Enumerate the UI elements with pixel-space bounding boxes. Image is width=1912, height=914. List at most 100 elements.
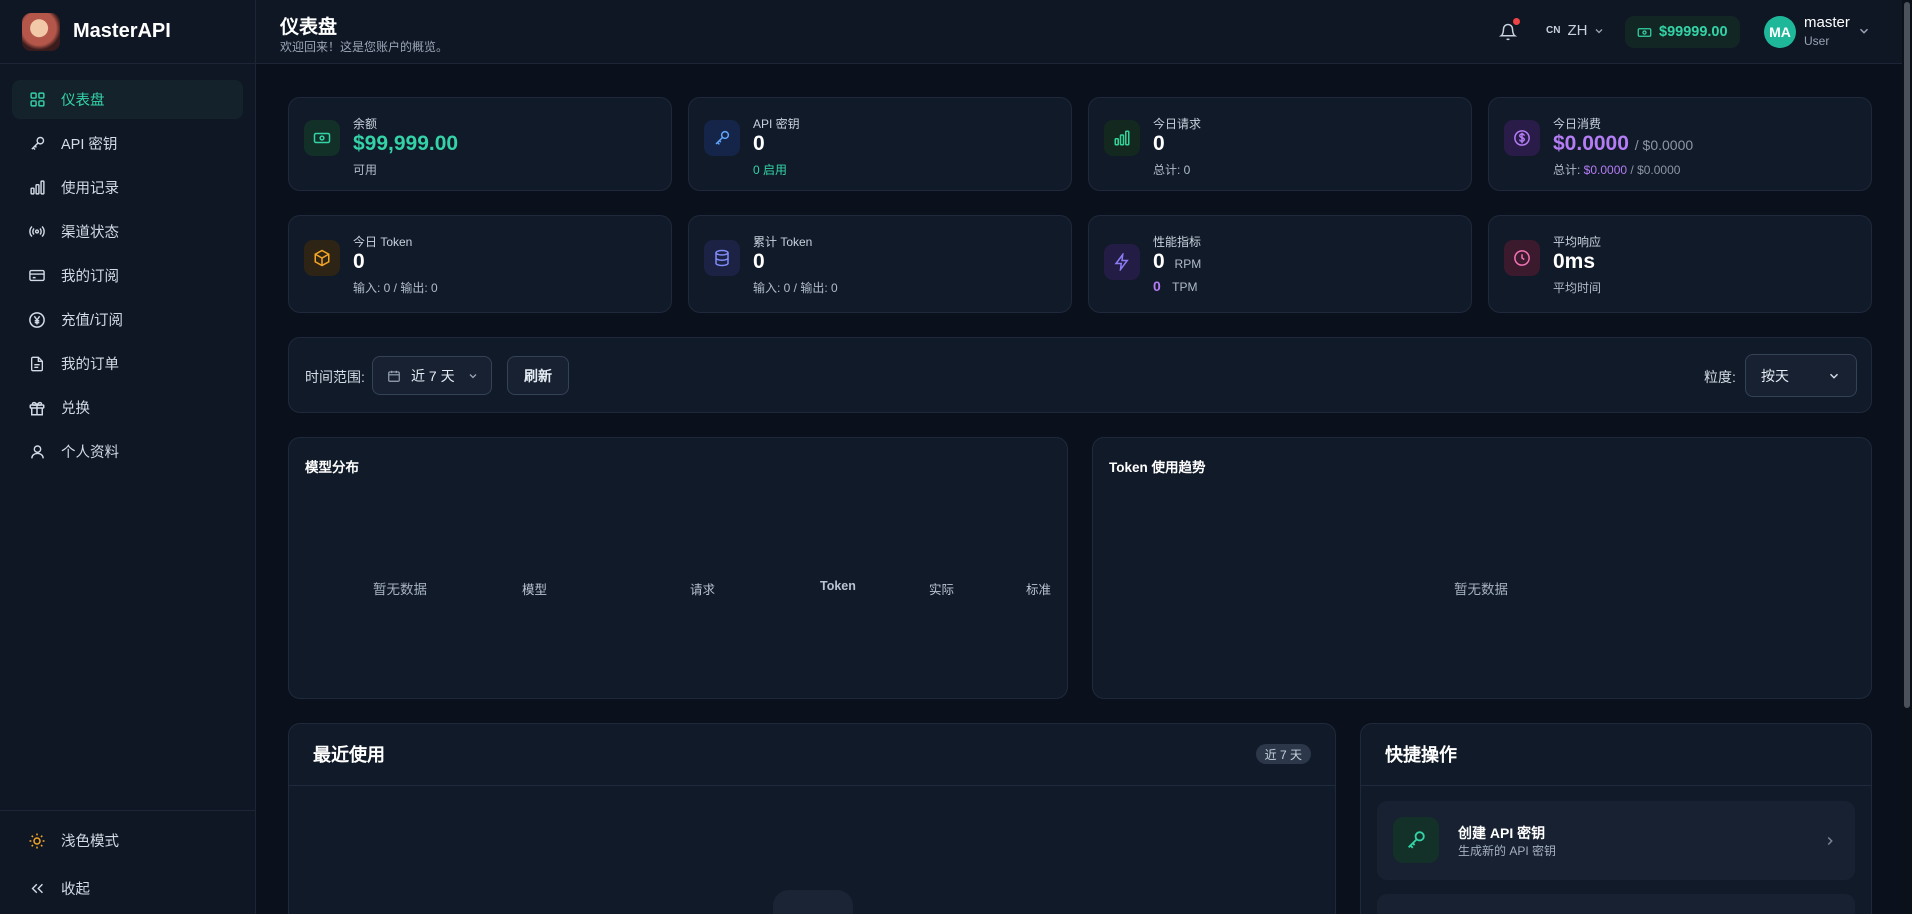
brand[interactable]: MasterAPI — [0, 0, 255, 64]
topbar: 仪表盘 欢迎回来！这是您账户的概览。 CN ZH $99999.00 MA ma… — [256, 0, 1912, 64]
stat-sub: 可用 — [353, 163, 378, 177]
rpm-unit: RPM — [1174, 257, 1202, 271]
chevron-down-icon — [1596, 28, 1603, 33]
stat-value: 0 — [753, 250, 765, 273]
refresh-label: 刷新 — [524, 367, 552, 384]
user-name[interactable]: master — [1804, 14, 1850, 31]
lightning-icon — [1104, 244, 1140, 280]
empty-state: 暂无数据 — [373, 582, 427, 597]
stat-label: API 密钥 — [753, 117, 800, 131]
range-badge: 近 7 天 — [1255, 744, 1311, 764]
stat-label: 性能指标 — [1153, 235, 1202, 249]
time-range-select[interactable]: 近 7 天 — [372, 356, 492, 395]
key-icon — [1393, 817, 1439, 863]
yen-icon — [28, 311, 46, 329]
granularity-value: 按天 — [1761, 367, 1789, 384]
table-header-requests: 请求 — [690, 583, 716, 597]
sidebar-item-channel-status[interactable]: 渠道状态 — [12, 212, 243, 251]
stat-label: 累计 Token — [753, 235, 813, 249]
notification-button[interactable] — [1496, 18, 1520, 44]
sidebar-item-profile[interactable]: 个人资料 — [12, 432, 243, 471]
theme-toggle[interactable]: 浅色模式 — [12, 821, 243, 860]
empty-state-icon — [773, 890, 853, 914]
chevron-down-icon — [1829, 373, 1839, 379]
sidebar-footer: 浅色模式 收起 — [0, 810, 255, 914]
sidebar-item-dashboard[interactable]: 仪表盘 — [12, 80, 243, 119]
sidebar-item-orders[interactable]: 我的订单 — [12, 344, 243, 383]
table-header-model: 模型 — [522, 583, 548, 597]
page-subtitle: 欢迎回来！这是您账户的概览。 — [280, 40, 449, 54]
stat-label: 余额 — [353, 117, 378, 131]
table-header-actual: 实际 — [929, 583, 955, 597]
sidebar-item-redeem[interactable]: 兑换 — [12, 388, 243, 427]
sidebar-item-subscription[interactable]: 我的订阅 — [12, 256, 243, 295]
stat-sub: 输入: 0 / 输出: 0 — [753, 281, 838, 295]
brand-logo — [22, 12, 60, 51]
panel-title: 快捷操作 — [1385, 745, 1457, 765]
double-chevron-left-icon — [28, 880, 46, 898]
stat-value-row: $0.0000 / $0.0000 — [1553, 132, 1693, 156]
sidebar-item-label: 使用记录 — [61, 181, 119, 197]
chevron-down-icon[interactable] — [1857, 24, 1871, 38]
scrollbar-thumb[interactable] — [1904, 2, 1910, 708]
token-trend-card: Token 使用趋势 暂无数据 — [1092, 437, 1872, 699]
quick-actions-panel: 快捷操作 创建 API 密钥 生成新的 API 密钥 — [1360, 723, 1872, 914]
stat-sub: 输入: 0 / 输出: 0 — [353, 281, 438, 295]
performance-card: 性能指标 0 RPM 0 TPM — [1088, 215, 1472, 313]
avatar[interactable]: MA — [1764, 16, 1796, 48]
stat-value: $99,999.00 — [353, 132, 459, 155]
quick-action-create-key[interactable]: 创建 API 密钥 生成新的 API 密钥 — [1377, 801, 1855, 880]
refresh-button[interactable]: 刷新 — [507, 356, 569, 395]
time-range-value: 近 7 天 — [411, 367, 455, 384]
stat-value-suffix: / $0.0000 — [1634, 137, 1694, 153]
page-title: 仪表盘 — [280, 17, 338, 38]
language-selector[interactable]: CN ZH — [1546, 22, 1605, 39]
tpm-row: 0 TPM — [1153, 278, 1197, 294]
empty-state: 暂无数据 — [1454, 582, 1508, 597]
rpm-value: 0 — [1153, 250, 1165, 273]
chart-title: Token 使用趋势 — [1109, 460, 1206, 475]
money-icon — [1637, 27, 1652, 37]
sidebar-item-label: 仪表盘 — [61, 93, 105, 109]
page-scrollbar[interactable] — [1902, 0, 1912, 914]
total-token-card: 累计 Token 0 输入: 0 / 输出: 0 — [688, 215, 1072, 313]
card-icon — [28, 267, 46, 285]
today-token-card: 今日 Token 0 输入: 0 / 输出: 0 — [288, 215, 672, 313]
stat-label: 今日消费 — [1553, 117, 1602, 131]
chart-title: 模型分布 — [305, 460, 359, 475]
today-cost-card: 今日消费 $0.0000 / $0.0000 总计: $0.0000 / $0.… — [1488, 97, 1872, 191]
stat-sub: 总计: 0 — [1153, 163, 1191, 177]
chevron-down-icon — [469, 373, 477, 378]
dollar-icon — [1504, 120, 1540, 156]
user-role: User — [1804, 34, 1830, 48]
sun-icon — [28, 832, 46, 850]
collapse-sidebar-button[interactable]: 收起 — [12, 869, 243, 908]
quick-action-item[interactable] — [1377, 894, 1855, 914]
stat-value: 0 — [1153, 132, 1165, 155]
balance-pill[interactable]: $99999.00 — [1625, 16, 1740, 48]
stat-label: 今日请求 — [1153, 117, 1202, 131]
stat-label: 今日 Token — [353, 235, 413, 249]
sidebar-item-api-keys[interactable]: API 密钥 — [12, 124, 243, 163]
granularity-select[interactable]: 按天 — [1745, 354, 1857, 397]
tpm-unit: TPM — [1172, 280, 1198, 294]
sidebar-item-label: 个人资料 — [61, 445, 119, 461]
collapse-label: 收起 — [61, 882, 90, 898]
recent-usage-panel: 最近使用 近 7 天 — [288, 723, 1336, 914]
sidebar-item-usage[interactable]: 使用记录 — [12, 168, 243, 207]
panel-divider — [289, 785, 1335, 786]
key-icon — [704, 120, 740, 156]
balance-amount: $99999.00 — [1659, 24, 1728, 40]
stat-sub-prefix: 总计: — [1553, 163, 1584, 177]
stat-value: 0 — [753, 132, 765, 155]
today-requests-card: 今日请求 0 总计: 0 — [1088, 97, 1472, 191]
stat-value: 0 — [353, 250, 365, 273]
sidebar-item-label: 我的订单 — [61, 357, 119, 373]
stat-sub: 0 启用 — [753, 163, 788, 177]
sidebar-nav: 仪表盘 API 密钥 使用记录 渠道状态 我的订阅 充值/订阅 我的订单 兑换 … — [0, 64, 255, 492]
theme-toggle-label: 浅色模式 — [61, 834, 119, 850]
bar-chart-icon — [28, 179, 46, 197]
rpm-row: 0 RPM — [1153, 250, 1201, 274]
sidebar-item-recharge[interactable]: 充值/订阅 — [12, 300, 243, 339]
dashboard-icon — [28, 91, 46, 109]
